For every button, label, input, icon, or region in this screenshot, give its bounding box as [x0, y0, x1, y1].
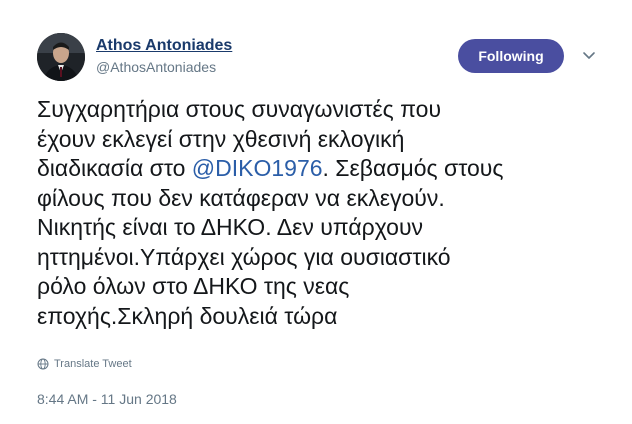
avatar[interactable]: [37, 33, 85, 81]
author-handle[interactable]: @AthosAntoniades: [96, 59, 216, 75]
author-name[interactable]: Athos Antoniades: [96, 37, 232, 55]
chevron-down-icon[interactable]: [579, 46, 599, 66]
profile-photo-icon: [37, 33, 85, 81]
following-button-label: Following: [478, 48, 544, 64]
tweet-text: Συγχαρητήρια στους συναγωνιστές που έχου…: [37, 95, 627, 331]
translate-tweet-link[interactable]: Translate Tweet: [37, 358, 132, 370]
globe-icon: [37, 358, 49, 370]
tweet-text-part: . Σεβασμός στους φίλους που δεν κατάφερα…: [37, 155, 504, 329]
translate-label: Translate Tweet: [54, 358, 132, 370]
following-button[interactable]: Following: [458, 39, 564, 73]
tweet-timestamp[interactable]: 8:44 AM - 11 Jun 2018: [37, 391, 177, 407]
mention-link[interactable]: @DIKO1976: [192, 155, 323, 181]
